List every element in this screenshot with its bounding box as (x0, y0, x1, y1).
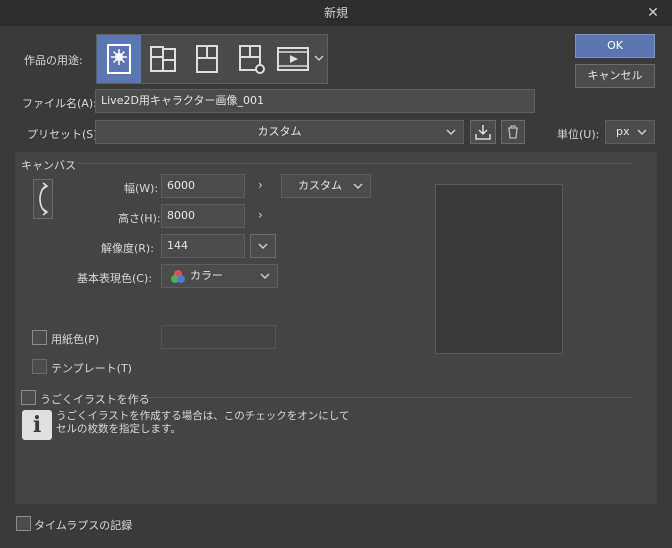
template-checkbox[interactable] (32, 359, 47, 374)
preset-value: カスタム (257, 125, 302, 138)
close-icon[interactable]: ✕ (644, 4, 662, 22)
unit-dropdown[interactable]: px (605, 120, 655, 144)
resolution-label: 解像度(R): (101, 242, 154, 255)
comic-page-purpose-icon[interactable] (185, 35, 229, 83)
info-icon: i (22, 410, 52, 440)
resolution-input[interactable]: 144 (161, 234, 245, 258)
title-bar: 新規 ✕ (0, 0, 672, 26)
timelapse-checkbox[interactable] (16, 516, 31, 531)
paper-color-label: 用紙色(P) (51, 333, 100, 346)
height-input[interactable]: 8000 (161, 204, 245, 228)
cancel-button[interactable]: キャンセル (575, 64, 655, 88)
rotate-orientation-icon (39, 182, 49, 216)
save-preset-button[interactable] (470, 120, 496, 144)
color-mode-icon (171, 270, 185, 283)
purpose-label: 作品の用途: (24, 54, 83, 67)
ok-button[interactable]: OK (575, 34, 655, 58)
comic-settings-purpose-icon[interactable] (229, 35, 273, 83)
info-text-line1: うごくイラストを作成する場合は、このチェックをオンにして (56, 410, 350, 422)
unit-value: px (616, 125, 630, 138)
animated-illustration-checkbox[interactable] (21, 390, 36, 405)
unit-label: 単位(U): (557, 128, 600, 141)
chevron-down-icon (258, 243, 268, 250)
dialog-title: 新規 (323, 6, 348, 20)
chevron-down-icon (353, 183, 363, 190)
canvas-preview (435, 184, 563, 354)
size-preset-value: カスタム (298, 179, 342, 192)
resolution-dropdown-button[interactable] (250, 234, 276, 258)
illustration-purpose-icon[interactable] (97, 35, 141, 83)
height-arrow-icon[interactable]: › (258, 208, 263, 222)
timelapse-label: タイムラプスの記録 (34, 519, 133, 532)
color-mode-dropdown[interactable]: カラー (161, 264, 278, 288)
trash-icon (508, 125, 518, 139)
filename-input[interactable]: Live2D用キャラクター画像_001 (95, 89, 535, 113)
color-mode-value: カラー (190, 269, 223, 282)
template-label: テンプレート(T) (51, 362, 132, 375)
preset-dropdown[interactable]: カスタム (95, 120, 464, 144)
purpose-dropdown-chevron-icon[interactable] (313, 52, 325, 64)
chevron-down-icon (446, 129, 456, 136)
animated-illustration-label: うごくイラストを作る (40, 393, 150, 406)
chevron-down-icon (260, 273, 270, 280)
paper-color-checkbox[interactable] (32, 330, 47, 345)
animation-purpose-icon[interactable] (273, 35, 313, 83)
canvas-section-label: キャンバス (21, 159, 76, 172)
chevron-down-icon (637, 129, 647, 136)
color-mode-label: 基本表現色(C): (77, 272, 152, 285)
filename-label: ファイル名(A): (22, 97, 97, 110)
preset-label: プリセット(S): (27, 128, 102, 141)
delete-preset-button[interactable] (501, 120, 525, 144)
width-label: 幅(W): (124, 182, 159, 195)
comic-purpose-icon[interactable] (141, 35, 185, 83)
canvas-section-divider (78, 163, 633, 164)
height-label: 高さ(H): (118, 212, 161, 225)
animated-section-divider (138, 397, 633, 398)
width-input[interactable]: 6000 (161, 174, 245, 198)
info-text-line2: セルの枚数を指定します。 (56, 423, 181, 435)
paper-color-swatch (161, 325, 276, 349)
save-preset-icon (475, 125, 491, 140)
width-arrow-icon[interactable]: › (258, 178, 263, 192)
size-preset-dropdown[interactable]: カスタム (281, 174, 371, 198)
swap-orientation-button[interactable] (33, 179, 53, 219)
